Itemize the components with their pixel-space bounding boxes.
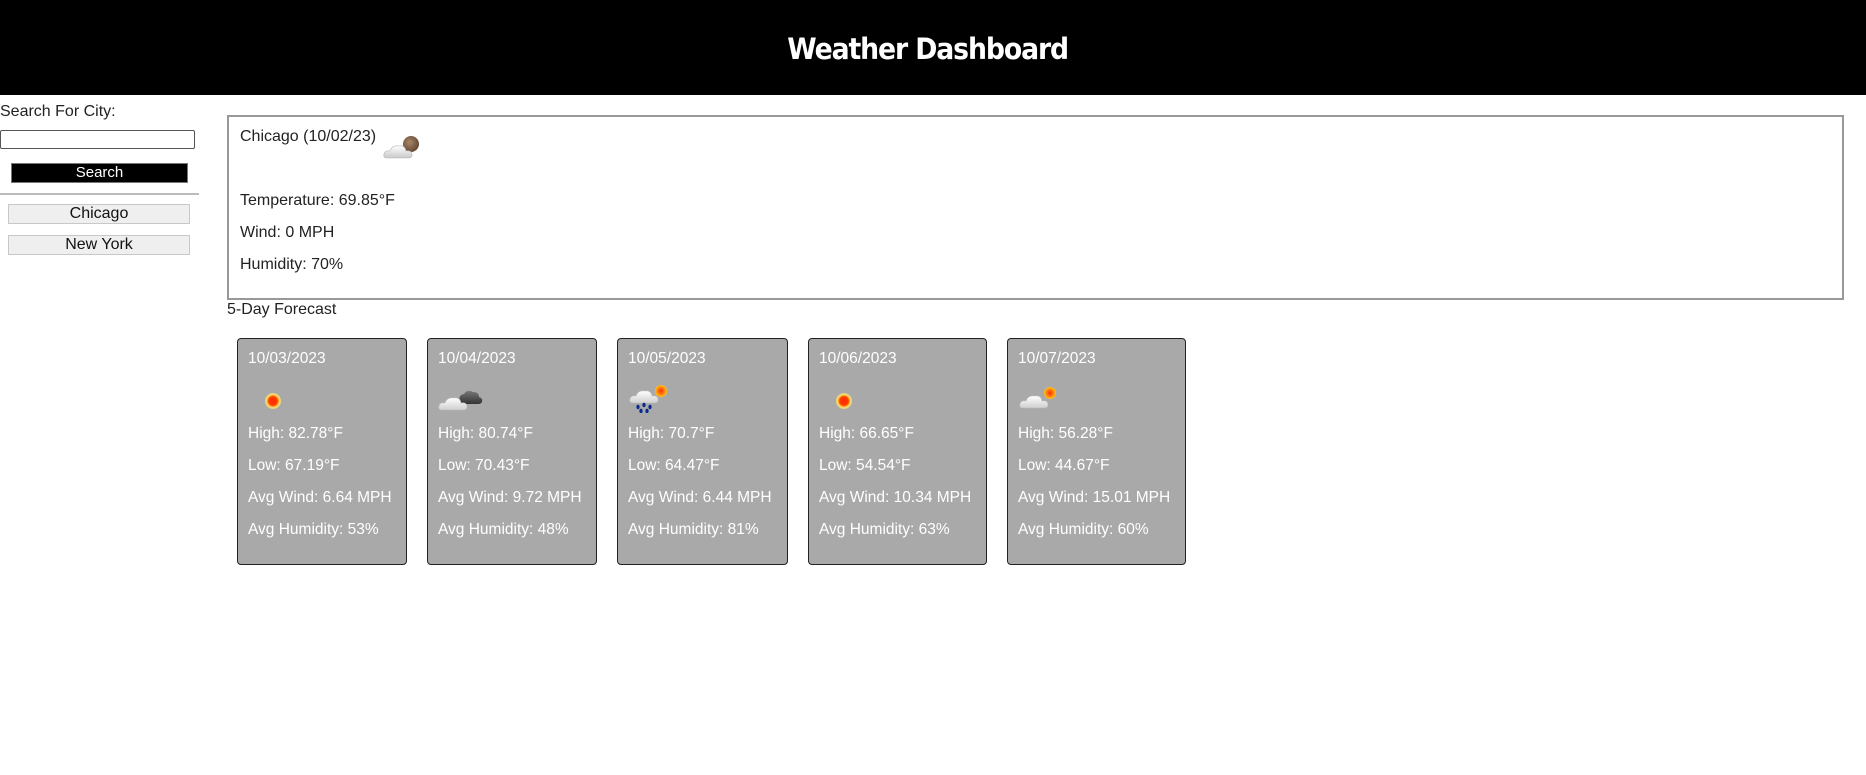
forecast-high: High: 56.28°F xyxy=(1018,425,1113,442)
forecast-card: 10/06/2023 High: 66.65°F Low: 54.54°F Av… xyxy=(808,338,987,565)
search-label: Search For City: xyxy=(0,103,116,120)
forecast-date: 10/06/2023 xyxy=(819,350,897,367)
forecast-high: High: 80.74°F xyxy=(438,425,533,442)
forecast-wind: Avg Wind: 10.34 MPH xyxy=(819,489,972,506)
forecast-date: 10/05/2023 xyxy=(628,350,706,367)
forecast-humidity: Avg Humidity: 81% xyxy=(628,521,759,538)
forecast-high: High: 66.65°F xyxy=(819,425,914,442)
search-input[interactable] xyxy=(0,130,195,149)
forecast-humidity: Avg Humidity: 53% xyxy=(248,521,379,538)
page-title: Weather Dashboard xyxy=(787,31,1070,66)
sun-icon xyxy=(836,393,852,409)
forecast-date: 10/04/2023 xyxy=(438,350,516,367)
forecast-wind: Avg Wind: 15.01 MPH xyxy=(1018,489,1171,506)
search-button[interactable]: Search xyxy=(11,163,188,183)
forecast-low: Low: 64.47°F xyxy=(628,457,720,474)
current-city-date: Chicago (10/02/23) xyxy=(240,128,377,145)
current-humidity: Humidity: 70% xyxy=(240,256,344,273)
forecast-low: Low: 44.67°F xyxy=(1018,457,1110,474)
forecast-wind: Avg Wind: 6.64 MPH xyxy=(248,489,392,506)
current-weather-card: Chicago (10/02/23) Temperature: 69.85°F … xyxy=(227,115,1844,300)
forecast-humidity: Avg Humidity: 48% xyxy=(438,521,569,538)
sidebar-divider xyxy=(0,193,199,195)
partly-cloudy-day-icon xyxy=(1019,387,1056,409)
forecast-high: High: 82.78°F xyxy=(248,425,343,442)
forecast-low: Low: 70.43°F xyxy=(438,457,530,474)
broken-clouds-icon xyxy=(438,390,483,411)
rain-sun-icon xyxy=(629,385,667,413)
forecast-card: 10/03/2023 High: 82.78°F Low: 67.19°F Av… xyxy=(237,338,407,565)
forecast-heading: 5-Day Forecast xyxy=(227,301,337,318)
forecast-card: 10/05/2023 High: 70.7°F Low: 64.47°F Avg… xyxy=(617,338,788,565)
partly-cloudy-night-icon xyxy=(383,136,419,159)
forecast-card: 10/04/2023 High: 80.74°F Low: 70.43°F Av… xyxy=(427,338,597,565)
forecast-low: Low: 67.19°F xyxy=(248,457,340,474)
forecast-wind: Avg Wind: 9.72 MPH xyxy=(438,489,582,506)
forecast-humidity: Avg Humidity: 63% xyxy=(819,521,950,538)
forecast-low: Low: 54.54°F xyxy=(819,457,911,474)
forecast-date: 10/07/2023 xyxy=(1018,350,1096,367)
forecast-card: 10/07/2023 High: 56.28°F Low: 44.67°F Av… xyxy=(1007,338,1186,565)
forecast-wind: Avg Wind: 6.44 MPH xyxy=(628,489,772,506)
sun-icon xyxy=(265,393,281,409)
history-button-new-york[interactable]: New York xyxy=(8,235,190,255)
forecast-high: High: 70.7°F xyxy=(628,425,715,442)
header-bar: Weather Dashboard xyxy=(0,0,1866,95)
forecast-date: 10/03/2023 xyxy=(248,350,326,367)
forecast-humidity: Avg Humidity: 60% xyxy=(1018,521,1149,538)
history-button-chicago[interactable]: Chicago xyxy=(8,204,190,224)
current-wind: Wind: 0 MPH xyxy=(240,224,335,241)
current-temperature: Temperature: 69.85°F xyxy=(240,192,395,209)
